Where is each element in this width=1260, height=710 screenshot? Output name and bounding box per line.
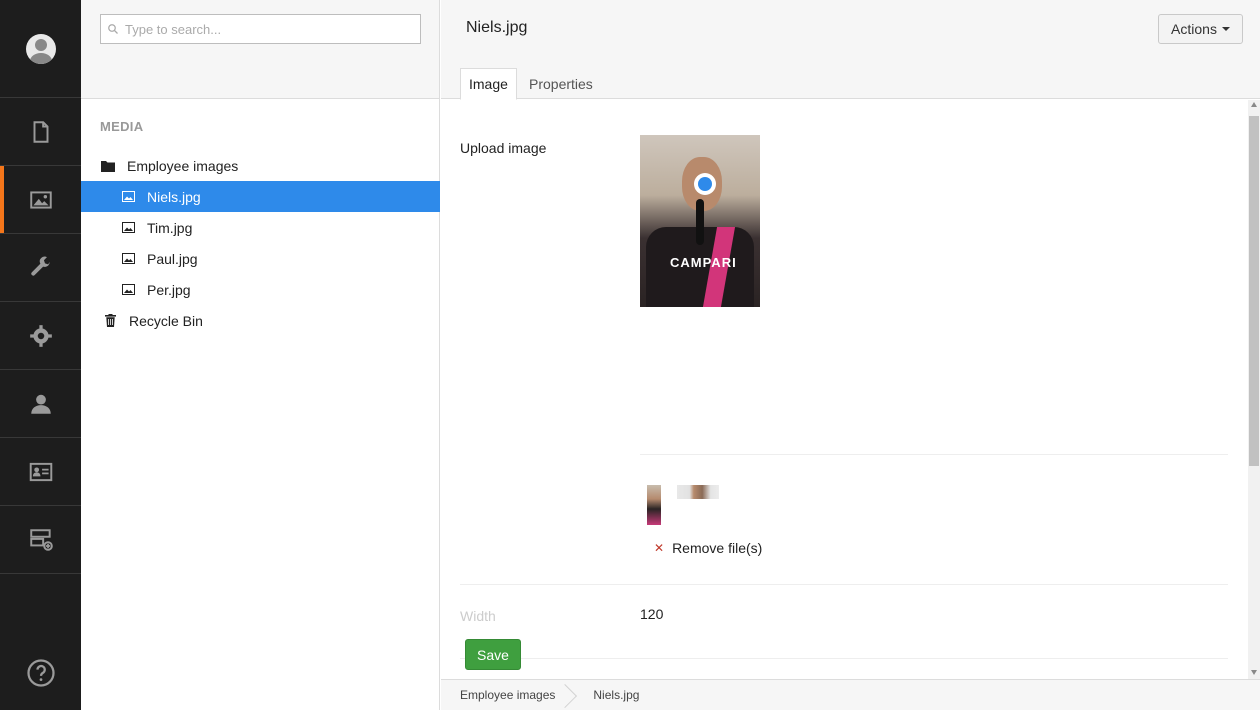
rail-forms[interactable] <box>0 506 81 574</box>
image-icon <box>121 283 135 297</box>
breadcrumb: Employee images Niels.jpg <box>441 679 1260 710</box>
breadcrumb-item-current[interactable]: Niels.jpg <box>579 680 651 710</box>
search-input[interactable] <box>125 21 405 37</box>
editor-content: Upload image CAMPARI ✕ Remove file(s) Wi… <box>441 100 1260 679</box>
developer-gear-icon <box>29 324 52 347</box>
tree-item-per[interactable]: Per.jpg <box>81 274 440 305</box>
tab-properties[interactable]: Properties <box>521 68 601 100</box>
tree-recycle-label: Recycle Bin <box>129 312 203 329</box>
rail-media[interactable] <box>0 166 81 234</box>
help-wrap <box>0 658 81 688</box>
users-icon <box>30 394 51 414</box>
crop-thumbnail-landscape[interactable] <box>677 485 719 499</box>
rail-settings[interactable] <box>0 234 81 302</box>
rail-members[interactable] <box>0 438 81 506</box>
save-button[interactable]: Save <box>465 639 521 670</box>
divider <box>460 584 1228 585</box>
media-icon <box>29 190 52 209</box>
editor-panel: Niels.jpg Actions Image Properties Uploa… <box>441 0 1260 710</box>
focal-point-handle[interactable] <box>694 173 716 195</box>
search-box[interactable] <box>100 14 421 44</box>
tree-item-label: Tim.jpg <box>147 219 193 236</box>
help-icon[interactable] <box>26 658 56 688</box>
media-tree-panel: MEDIA Employee images Niels.jpg Tim.jpg … <box>81 0 440 710</box>
tree-recycle-bin[interactable]: Recycle Bin <box>81 305 440 336</box>
divider <box>640 454 1228 455</box>
search-icon <box>108 24 118 34</box>
rail-users[interactable] <box>0 370 81 438</box>
settings-wrench-icon <box>30 256 50 276</box>
actions-label: Actions <box>1171 21 1217 37</box>
image-icon <box>121 221 135 235</box>
photo-brand-text: CAMPARI <box>670 255 737 270</box>
width-label: Width <box>460 608 496 624</box>
scroll-down-arrow-icon[interactable] <box>1251 670 1257 675</box>
crop-thumbnail-portrait[interactable] <box>647 485 661 525</box>
upload-image-label: Upload image <box>460 140 547 156</box>
breadcrumb-separator <box>567 680 579 710</box>
editor-header: Niels.jpg Actions Image Properties <box>441 0 1260 100</box>
tree-item-label: Per.jpg <box>147 281 191 298</box>
user-avatar[interactable] <box>25 33 56 64</box>
uploaded-image[interactable]: CAMPARI <box>640 135 760 307</box>
rail-developer[interactable] <box>0 302 81 370</box>
width-value: 120 <box>640 606 664 622</box>
scrollbar[interactable] <box>1248 100 1260 679</box>
tree-item-label: Paul.jpg <box>147 250 198 267</box>
tree-header <box>81 0 439 99</box>
folder-icon <box>101 159 115 173</box>
image-icon <box>121 190 135 204</box>
remove-files-link[interactable]: ✕ Remove file(s) <box>654 540 762 556</box>
members-icon <box>29 462 52 481</box>
tree-item-tim[interactable]: Tim.jpg <box>81 212 440 243</box>
tab-image[interactable]: Image <box>460 68 517 100</box>
avatar-body <box>29 52 52 64</box>
section-title: MEDIA <box>100 119 144 134</box>
tree-item-paul[interactable]: Paul.jpg <box>81 243 440 274</box>
trash-icon <box>103 314 117 328</box>
avatar-head <box>34 38 47 51</box>
forms-icon <box>29 528 53 551</box>
avatar-wrap <box>0 0 81 98</box>
content-icon <box>33 120 48 143</box>
scrollbar-thumb[interactable] <box>1249 116 1259 466</box>
actions-button[interactable]: Actions <box>1158 14 1243 44</box>
remove-files-label: Remove file(s) <box>672 540 763 556</box>
tree-folder-employee-images[interactable]: Employee images <box>81 150 440 181</box>
page-title[interactable]: Niels.jpg <box>466 19 527 37</box>
tree-item-niels[interactable]: Niels.jpg <box>81 181 440 212</box>
photo-microphone <box>696 199 704 245</box>
image-icon <box>121 252 135 266</box>
caret-down-icon <box>1221 27 1230 31</box>
section-rail <box>0 0 81 710</box>
tree-item-label: Niels.jpg <box>147 188 201 205</box>
breadcrumb-item-folder[interactable]: Employee images <box>441 680 567 710</box>
rail-content[interactable] <box>0 98 81 166</box>
divider <box>460 658 1228 659</box>
remove-x-icon: ✕ <box>654 541 665 555</box>
tree-folder-label: Employee images <box>127 157 239 174</box>
scroll-up-arrow-icon[interactable] <box>1251 102 1257 107</box>
